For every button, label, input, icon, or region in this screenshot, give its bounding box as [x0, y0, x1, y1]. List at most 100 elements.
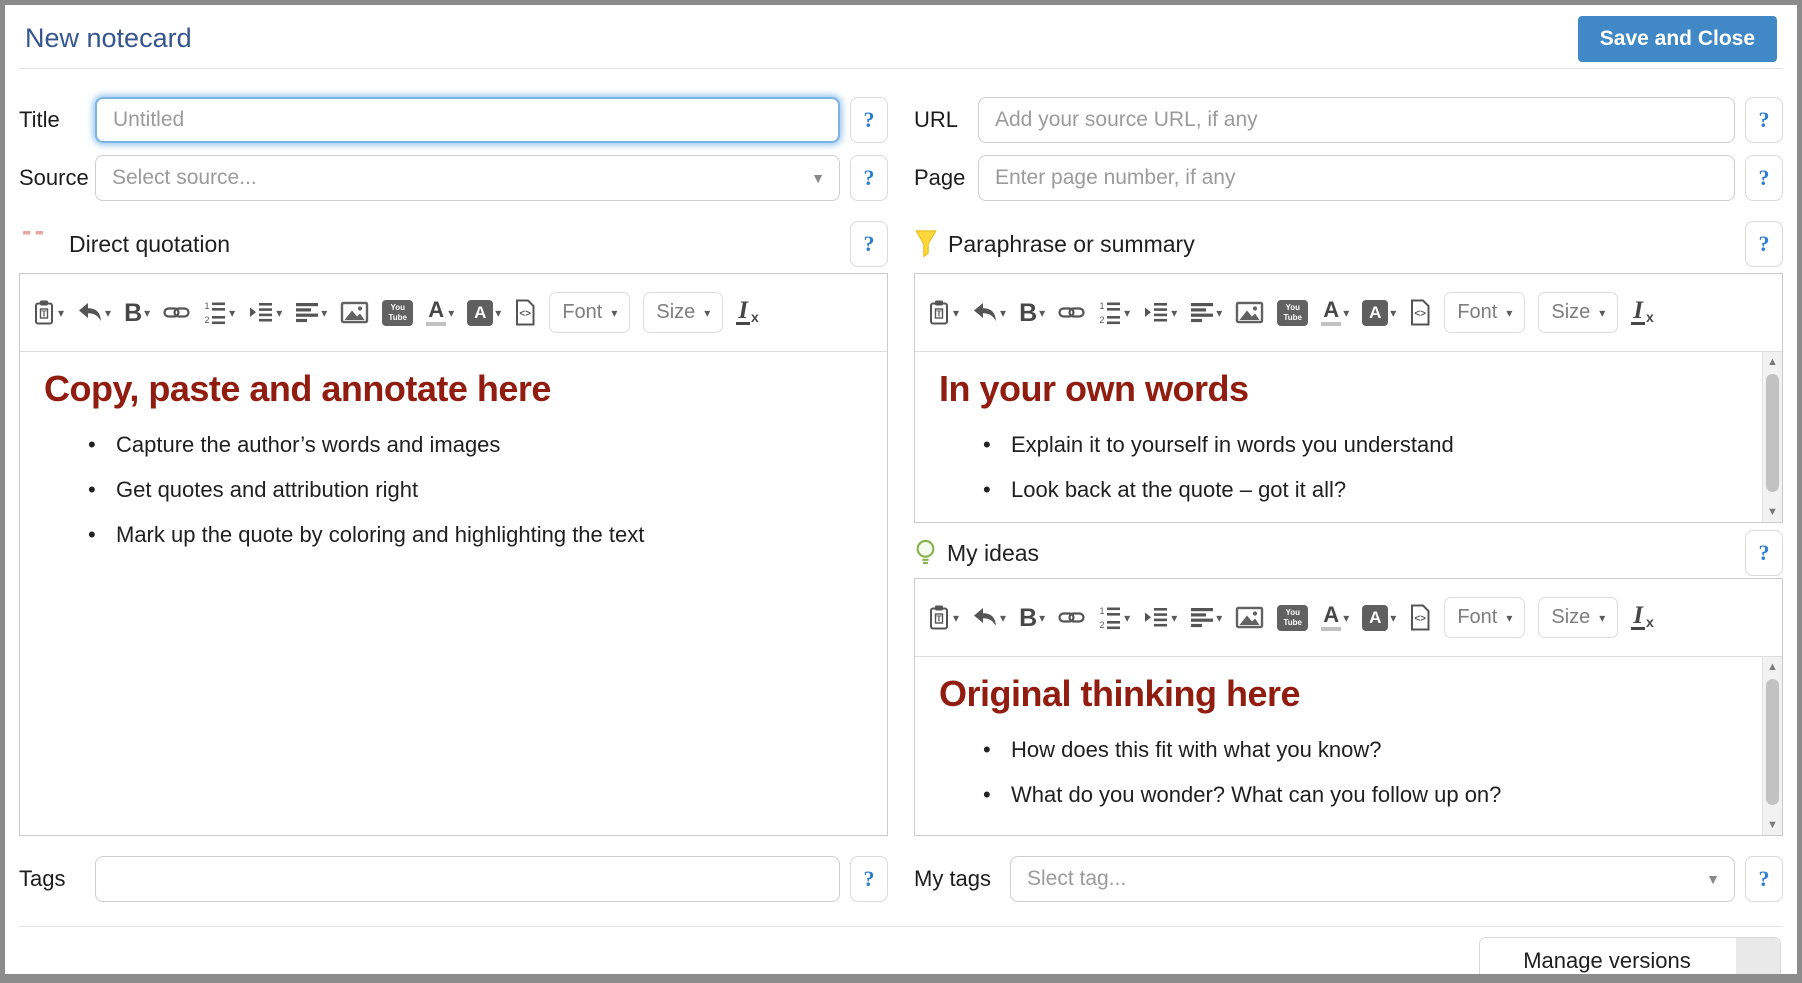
youtube-button[interactable]: YouTube: [1277, 300, 1308, 326]
svg-text:T: T: [41, 309, 47, 319]
numbered-list-button[interactable]: 1 2 ▾: [1098, 605, 1130, 630]
page-input[interactable]: [978, 155, 1735, 201]
numbered-list-icon: 1 2: [1098, 605, 1122, 630]
title-help-button[interactable]: ?: [850, 97, 888, 143]
chevron-down-icon: ▾: [495, 306, 501, 320]
paraphrase-header: Paraphrase or summary ?: [914, 225, 1783, 263]
title-input[interactable]: [95, 97, 840, 143]
svg-text:2: 2: [1100, 315, 1105, 325]
scrollbar[interactable]: ▲ ▼: [1762, 657, 1782, 835]
paste-button[interactable]: T ▾: [927, 299, 959, 326]
size-dropdown[interactable]: Size▾: [1538, 597, 1618, 638]
paraphrase-editor-content[interactable]: In your own words Explain it to yourself…: [915, 352, 1782, 522]
font-dropdown[interactable]: Font▾: [1444, 597, 1525, 638]
ideas-help-button[interactable]: ?: [1745, 530, 1783, 576]
section-title: My ideas: [947, 540, 1745, 567]
indent-button[interactable]: ▾: [1143, 301, 1177, 324]
source-select[interactable]: Select source... ▼: [95, 155, 840, 201]
link-button[interactable]: [1058, 304, 1085, 321]
section-title: Paraphrase or summary: [948, 231, 1745, 258]
paraphrase-help-button[interactable]: ?: [1745, 221, 1783, 267]
my-tags-help-button[interactable]: ?: [1745, 856, 1783, 902]
link-button[interactable]: [1058, 609, 1085, 626]
paste-icon: T: [927, 604, 951, 631]
remove-format-button[interactable]: Ix: [736, 300, 759, 325]
image-button[interactable]: [1235, 606, 1264, 629]
tags-input[interactable]: [95, 856, 840, 902]
bold-button[interactable]: B▾: [1019, 301, 1045, 325]
title-field-row: Title ?: [19, 97, 888, 143]
source-code-button[interactable]: <>: [514, 299, 536, 326]
link-button[interactable]: [163, 304, 190, 321]
remove-format-button[interactable]: Ix: [1631, 300, 1654, 325]
dialog-footer: Manage versions: [19, 926, 1783, 983]
size-dropdown[interactable]: Size▾: [643, 292, 723, 333]
indent-icon: [248, 301, 274, 324]
background-color-button[interactable]: A▾: [1362, 300, 1396, 326]
quotation-help-button[interactable]: ?: [850, 221, 888, 267]
scroll-up-icon[interactable]: ▲: [1763, 661, 1782, 673]
paste-button[interactable]: T ▾: [927, 604, 959, 631]
remove-format-icon: I: [1631, 605, 1645, 630]
text-color-icon: A: [1321, 605, 1341, 631]
text-color-button[interactable]: A▾: [1321, 605, 1349, 631]
font-dropdown[interactable]: Font▾: [549, 292, 630, 333]
youtube-button[interactable]: YouTube: [382, 300, 413, 326]
page-help-button[interactable]: ?: [1745, 155, 1783, 201]
align-button[interactable]: ▾: [1190, 607, 1222, 628]
source-code-button[interactable]: <>: [1409, 299, 1431, 326]
image-button[interactable]: [340, 301, 369, 324]
bullet-item: Capture the author’s words and images: [44, 432, 863, 458]
image-button[interactable]: [1235, 301, 1264, 324]
source-code-button[interactable]: <>: [1409, 604, 1431, 631]
bold-button[interactable]: B▾: [124, 301, 150, 325]
page-label: Page: [914, 165, 978, 191]
scrollbar[interactable]: ▲ ▼: [1762, 352, 1782, 522]
font-dropdown[interactable]: Font▾: [1444, 292, 1525, 333]
url-help-button[interactable]: ?: [1745, 97, 1783, 143]
text-color-button[interactable]: A▾: [426, 300, 454, 326]
numbered-list-button[interactable]: 1 2 ▾: [1098, 300, 1130, 325]
bold-button[interactable]: B▾: [1019, 606, 1045, 630]
youtube-button[interactable]: YouTube: [1277, 605, 1308, 631]
undo-button[interactable]: ▾: [77, 301, 111, 324]
chevron-down-icon: ▾: [321, 306, 327, 320]
chevron-down-icon: ▾: [1216, 611, 1222, 625]
image-icon: [1235, 606, 1264, 629]
quotation-editor: T ▾ ▾ B▾ 1 2 ▾: [19, 273, 888, 836]
paste-button[interactable]: T ▾: [32, 299, 64, 326]
scrollbar-thumb[interactable]: [1766, 374, 1779, 492]
scrollbar-thumb[interactable]: [1766, 679, 1779, 805]
size-dropdown[interactable]: Size▾: [1538, 292, 1618, 333]
undo-button[interactable]: ▾: [972, 301, 1006, 324]
indent-button[interactable]: ▾: [1143, 606, 1177, 629]
tags-help-button[interactable]: ?: [850, 856, 888, 902]
background-color-button[interactable]: A▾: [1362, 605, 1396, 631]
url-input[interactable]: [978, 97, 1735, 143]
editor-toolbar: T ▾ ▾ B▾ 1 2 ▾: [915, 579, 1782, 657]
numbered-list-button[interactable]: 1 2 ▾: [203, 300, 235, 325]
manage-versions-button[interactable]: Manage versions: [1479, 937, 1781, 983]
text-color-button[interactable]: A▾: [1321, 300, 1349, 326]
indent-button[interactable]: ▾: [248, 301, 282, 324]
text-color-icon: A: [426, 300, 446, 326]
chevron-down-icon: ▾: [1390, 611, 1396, 625]
scroll-up-icon[interactable]: ▲: [1763, 356, 1782, 368]
align-button[interactable]: ▾: [1190, 302, 1222, 323]
bullet-item: Mark up the quote by coloring and highli…: [44, 522, 863, 548]
numbered-list-icon: 1 2: [203, 300, 227, 325]
source-help-button[interactable]: ?: [850, 155, 888, 201]
background-color-button[interactable]: A▾: [467, 300, 501, 326]
scroll-down-icon[interactable]: ▼: [1763, 506, 1782, 518]
editor-bullets: Capture the author’s words and images Ge…: [44, 432, 863, 548]
undo-button[interactable]: ▾: [972, 606, 1006, 629]
quotation-editor-content[interactable]: Copy, paste and annotate here Capture th…: [20, 352, 887, 835]
save-and-close-button[interactable]: Save and Close: [1578, 16, 1777, 62]
ideas-editor-content[interactable]: Original thinking here How does this fit…: [915, 657, 1782, 835]
scroll-down-icon[interactable]: ▼: [1763, 819, 1782, 831]
chevron-down-icon: ▼: [811, 170, 825, 186]
align-button[interactable]: ▾: [295, 302, 327, 323]
my-tags-select[interactable]: Slect tag... ▼: [1010, 856, 1735, 902]
remove-format-button[interactable]: Ix: [1631, 605, 1654, 630]
source-code-icon: <>: [1409, 299, 1431, 326]
